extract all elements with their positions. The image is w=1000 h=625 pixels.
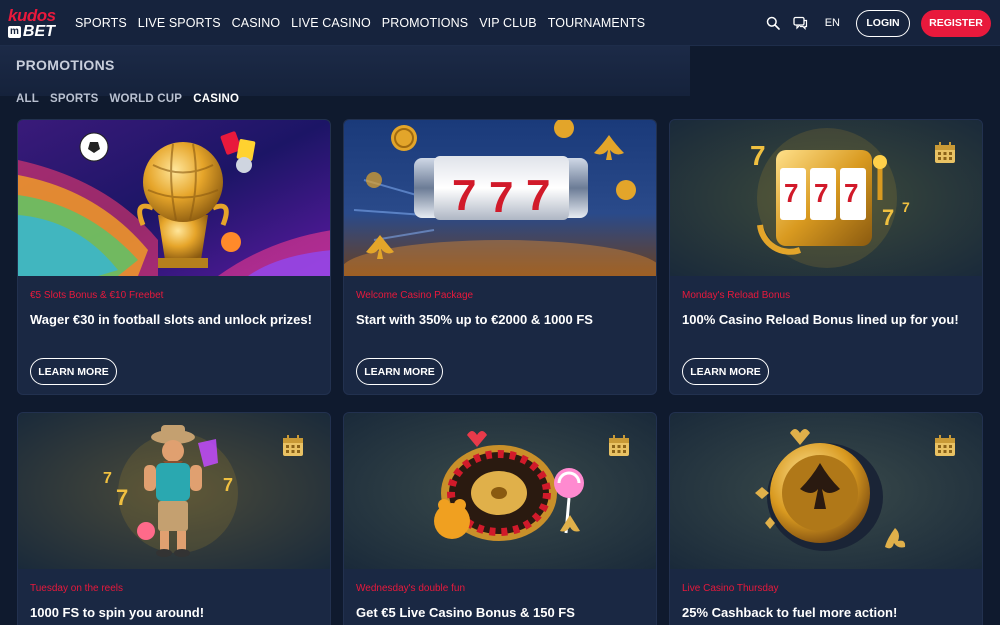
promo-title: 100% Casino Reload Bonus lined up for yo… bbox=[682, 312, 959, 327]
top-navigation-bar: kudos m BET SPORTS LIVE SPORTS CASINO LI… bbox=[0, 0, 1000, 46]
nav-item-live-casino[interactable]: LIVE CASINO bbox=[291, 16, 371, 30]
svg-text:7: 7 bbox=[750, 140, 766, 171]
promo-subtitle: €5 Slots Bonus & €10 Freebet bbox=[30, 290, 164, 301]
logo-text-top: kudos bbox=[8, 6, 56, 25]
svg-text:7: 7 bbox=[526, 171, 550, 220]
svg-text:7: 7 bbox=[784, 178, 798, 208]
promo-title: 25% Cashback to fuel more action! bbox=[682, 605, 898, 620]
logo-bottom-row: m BET bbox=[8, 24, 66, 40]
nav-item-promotions[interactable]: PROMOTIONS bbox=[382, 16, 468, 30]
svg-text:7: 7 bbox=[116, 485, 128, 510]
promo-card[interactable]: Wednesday's double fun Get €5 Live Casin… bbox=[343, 412, 657, 625]
promo-subtitle: Welcome Casino Package bbox=[356, 290, 474, 301]
nav-item-tournaments[interactable]: TOURNAMENTS bbox=[548, 16, 645, 30]
filter-tab-world-cup[interactable]: WORLD CUP bbox=[109, 93, 182, 105]
search-icon[interactable] bbox=[765, 15, 781, 31]
svg-text:7: 7 bbox=[902, 199, 910, 215]
svg-text:7: 7 bbox=[489, 173, 513, 222]
promo-image-golden-football-trophy bbox=[18, 120, 330, 276]
promo-title: Get €5 Live Casino Bonus & 150 FS bbox=[356, 605, 575, 620]
calendar-icon bbox=[935, 142, 955, 163]
svg-text:7: 7 bbox=[452, 171, 476, 220]
promo-subtitle: Tuesday on the reels bbox=[30, 583, 124, 594]
promo-card[interactable]: Live Casino Thursday 25% Cashback to fue… bbox=[669, 412, 983, 625]
learn-more-button[interactable]: LEARN MORE bbox=[30, 358, 117, 385]
learn-more-button[interactable]: LEARN MORE bbox=[356, 358, 443, 385]
calendar-icon bbox=[609, 435, 629, 456]
nav-item-live-sports[interactable]: LIVE SPORTS bbox=[138, 16, 221, 30]
promo-title: Wager €30 in football slots and unlock p… bbox=[30, 312, 312, 327]
svg-text:7: 7 bbox=[844, 178, 858, 208]
page-title: PROMOTIONS bbox=[16, 57, 115, 73]
promo-subtitle: Live Casino Thursday bbox=[682, 583, 779, 594]
svg-text:7: 7 bbox=[223, 475, 233, 495]
register-button[interactable]: REGISTER bbox=[921, 9, 991, 37]
promo-title: Start with 350% up to €2000 & 1000 FS bbox=[356, 312, 593, 327]
promo-subtitle: Wednesday's double fun bbox=[356, 583, 466, 594]
promo-card[interactable]: 7 7 7 7 7 7 Monday's Reload Bonus 100% C… bbox=[669, 119, 983, 395]
calendar-icon bbox=[935, 435, 955, 456]
login-button[interactable]: LOGIN bbox=[856, 9, 910, 37]
promo-card[interactable]: €5 Slots Bonus & €10 Freebet Wager €30 i… bbox=[17, 119, 331, 395]
main-nav: SPORTS LIVE SPORTS CASINO LIVE CASINO PR… bbox=[75, 0, 645, 46]
language-selector[interactable]: EN bbox=[825, 17, 840, 29]
kudos-bet-logo[interactable]: kudos m BET bbox=[8, 7, 66, 41]
logo-box: m bbox=[8, 26, 21, 38]
filter-tab-casino[interactable]: CASINO bbox=[193, 93, 239, 105]
filter-tab-all[interactable]: ALL bbox=[16, 93, 39, 105]
promo-card[interactable]: 7 7 7 Welcome Casino Package Start with … bbox=[343, 119, 657, 395]
svg-text:7: 7 bbox=[103, 470, 112, 487]
learn-more-button[interactable]: LEARN MORE bbox=[682, 358, 769, 385]
nav-item-sports[interactable]: SPORTS bbox=[75, 16, 127, 30]
promo-subtitle: Monday's Reload Bonus bbox=[682, 290, 791, 301]
promotion-filter-tabs: ALL SPORTS WORLD CUP CASINO bbox=[16, 93, 239, 105]
nav-item-casino[interactable]: CASINO bbox=[232, 16, 281, 30]
chat-icon[interactable] bbox=[793, 15, 809, 31]
promo-image-777-slot-reel: 7 7 7 bbox=[344, 120, 656, 276]
calendar-icon bbox=[283, 435, 303, 456]
filter-tab-sports[interactable]: SPORTS bbox=[50, 93, 99, 105]
svg-text:7: 7 bbox=[882, 205, 894, 230]
header-tools: EN LOGIN REGISTER bbox=[765, 0, 991, 46]
promo-title: 1000 FS to spin you around! bbox=[30, 605, 205, 620]
logo-text-bottom: BET bbox=[22, 23, 55, 40]
nav-item-vip-club[interactable]: VIP CLUB bbox=[479, 16, 537, 30]
svg-text:7: 7 bbox=[814, 178, 828, 208]
promo-card[interactable]: 7 7 7 Tuesday on the reels 1000 FS to sp… bbox=[17, 412, 331, 625]
